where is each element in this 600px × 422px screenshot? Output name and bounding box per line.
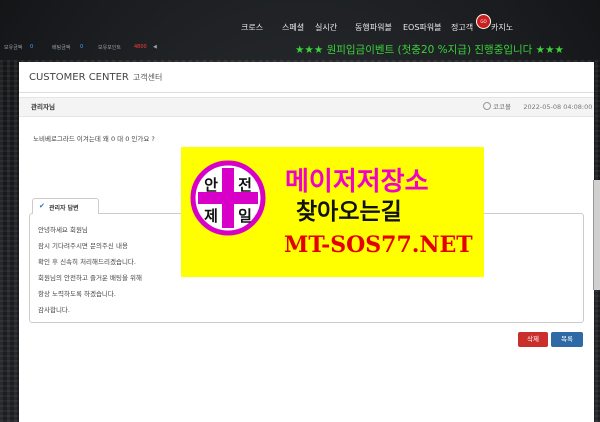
logo-char: 제 <box>204 207 218 225</box>
page-title-text: CUSTOMER CENTER <box>29 72 129 83</box>
nav-item-eos-powerball[interactable]: EOS파워볼 <box>403 22 442 33</box>
answer-line: 회원님의 안전하고 즐거운 배팅을 위해 <box>38 274 142 282</box>
list-button[interactable]: 목록 <box>551 332 583 347</box>
points-value: 4800 <box>134 44 147 50</box>
ad-subheadline: 찾아오는길 <box>296 199 402 225</box>
answer-line: 항상 노력하도록 하겠습니다. <box>38 290 116 298</box>
tab-label: 관리자 답변 <box>49 205 79 212</box>
balance-value: 0 <box>30 44 34 50</box>
logo-char: 안 <box>204 176 218 194</box>
answer-line: 감사합니다. <box>38 306 70 314</box>
nav-item-customer[interactable]: 정고객 <box>451 22 473 33</box>
bet-label: 배팅금액 <box>52 45 71 51</box>
post-meta: 코코볼 2022-05-08 04:08:00 <box>483 101 592 111</box>
post-author: 관리자님 <box>31 103 55 111</box>
page-title: CUSTOMER CENTER 고객센터 <box>29 72 162 83</box>
nav-item-special[interactable]: 스페셜 <box>282 22 304 33</box>
clock-icon <box>483 102 491 110</box>
overlay-advertisement[interactable]: 안 전 제 일 메이저저장소 찾아오는길 MT-SOS77.NET <box>181 147 484 277</box>
bet-value: 0 <box>80 44 84 50</box>
nav-item-cross[interactable]: 크로스 <box>241 22 263 33</box>
points-label: 보유포인트 <box>98 45 122 51</box>
question-text: 노비베로그라드 이겨는데 왜 0 대 0 인가요 ? <box>33 135 155 143</box>
answer-line: 확인 후 신속히 처리해드리겠습니다. <box>38 258 136 266</box>
check-icon: ✔ <box>39 202 45 210</box>
side-scroll-handle[interactable] <box>593 180 600 290</box>
nav-item-live[interactable]: 실시간 <box>315 22 337 33</box>
logo-char: 전 <box>238 176 252 194</box>
nav-item-casino[interactable]: 카지노 <box>491 22 513 33</box>
post-user: 코코볼 <box>493 103 511 111</box>
safety-logo-icon: 안 전 제 일 <box>190 160 266 236</box>
top-navigation: 크로스 스페셜 실시간 동행파워볼 EOS파워볼 정고객 GO 카지노 <box>0 0 600 40</box>
nav-item-powerball[interactable]: 동행파워볼 <box>355 22 392 33</box>
answer-line: 안녕하세요 회원님 <box>38 226 88 234</box>
divider <box>19 92 594 93</box>
speaker-icon[interactable]: ◀ <box>153 44 157 50</box>
delete-button[interactable]: 삭제 <box>518 332 548 347</box>
casino-badge-icon[interactable]: GO <box>476 14 491 29</box>
page-subtitle: 고객센터 <box>132 73 163 82</box>
event-marquee: ★★★ 원피입금이벤트 (첫충20 %지급) 진행중입니다 ★★★ <box>295 44 564 56</box>
answer-line: 잠시 기다려주시면 문의주신 내용 <box>38 242 128 250</box>
balance-label: 보유금액 <box>4 45 23 51</box>
post-date: 2022-05-08 04:08:00 <box>523 103 593 111</box>
tab-admin-answer[interactable]: ✔ 관리자 답변 <box>32 198 99 214</box>
logo-char: 일 <box>238 207 252 225</box>
ad-url: MT-SOS77.NET <box>284 232 473 258</box>
